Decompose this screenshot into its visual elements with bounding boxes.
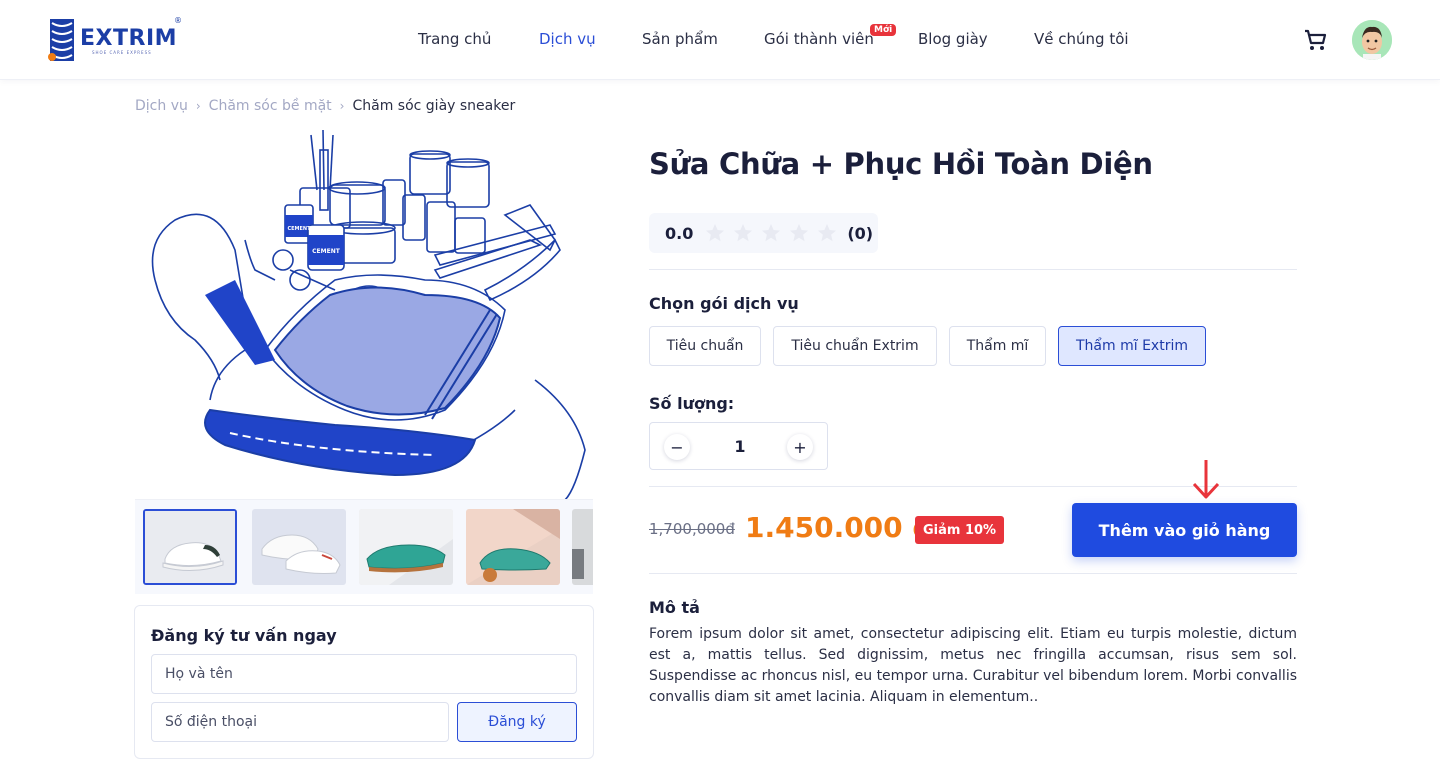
chevron-right-icon: ›: [339, 99, 345, 113]
consultation-form: Đăng ký tư vấn ngay Đăng ký: [134, 605, 594, 759]
thumbnail-white-sneaker[interactable]: [143, 509, 237, 585]
teal-woven-shoe-icon: [359, 509, 453, 585]
breadcrumb-link-surface-care[interactable]: Chăm sóc bề mặt: [209, 98, 332, 114]
shoe-repair-illustration: CEMENT CEMENT: [151, 130, 586, 500]
minus-icon[interactable]: −: [664, 434, 690, 460]
brand-logo[interactable]: EXTRIM ® SHOE CARE EXPRESS: [46, 16, 186, 64]
star-empty-icon: [706, 224, 725, 242]
logo-tagline: SHOE CARE EXPRESS: [92, 50, 152, 55]
thumbnail-white-sneakers-pair[interactable]: [252, 509, 346, 585]
phone-input[interactable]: [151, 702, 449, 742]
full-name-input[interactable]: [151, 654, 577, 694]
quantity-stepper: − 1 +: [649, 422, 828, 470]
description-text: Forem ipsum dolor sit amet, consectetur …: [649, 626, 1297, 705]
thumbnail-shoe[interactable]: [572, 509, 593, 585]
registered-mark-icon: ®: [174, 16, 182, 25]
svg-text:CEMENT: CEMENT: [287, 226, 311, 232]
package-label: Chọn gói dịch vụ: [649, 294, 799, 313]
breadcrumb-current: Chăm sóc giày sneaker: [352, 98, 516, 114]
original-price: 1,700,000đ: [649, 520, 735, 538]
white-sneakers-pair-icon: [252, 509, 346, 585]
new-badge: Mới: [870, 24, 897, 36]
user-avatar[interactable]: [1352, 20, 1392, 60]
breadcrumb-link-services[interactable]: Dịch vụ: [135, 98, 188, 114]
discount-badge: Giảm 10%: [915, 516, 1005, 544]
star-empty-icon: [790, 224, 809, 242]
breadcrumb: Dịch vụ › Chăm sóc bề mặt › Chăm sóc già…: [135, 98, 515, 114]
quantity-label: Số lượng:: [649, 394, 735, 413]
thumbnail-strip: [135, 499, 593, 594]
rating-box: 0.0 (0): [649, 213, 878, 253]
divider: [649, 573, 1297, 574]
nav-item-services[interactable]: Dịch vụ: [539, 30, 596, 48]
plus-icon[interactable]: +: [787, 434, 813, 460]
product-main-image: CEMENT CEMENT: [135, 130, 593, 500]
cart-icon[interactable]: [1302, 28, 1328, 52]
svg-text:CEMENT: CEMENT: [312, 248, 341, 255]
thumbnail-teal-heeled-shoe[interactable]: [466, 509, 560, 585]
package-standard[interactable]: Tiêu chuẩn: [649, 326, 761, 366]
teal-heeled-shoe-icon: [466, 509, 560, 585]
nav-item-about[interactable]: Về chúng tôi: [1034, 30, 1129, 48]
sale-price: 1.450.000 đ: [745, 511, 933, 544]
quantity-value[interactable]: 1: [720, 437, 760, 456]
site-header: EXTRIM ® SHOE CARE EXPRESS Trang chủ Dịc…: [0, 0, 1440, 80]
package-standard-extrim[interactable]: Tiêu chuẩn Extrim: [773, 326, 937, 366]
logo-text: EXTRIM: [80, 25, 178, 51]
product-title: Sửa Chữa + Phục Hồi Toàn Diện: [649, 147, 1153, 181]
divider: [649, 269, 1297, 270]
nav-item-blog[interactable]: Blog giày: [918, 30, 988, 48]
nav-item-membership[interactable]: Gói thành viên: [764, 30, 874, 48]
star-empty-icon: [762, 224, 781, 242]
white-sneaker-icon: [145, 511, 235, 583]
package-aesthetic[interactable]: Thẩm mĩ: [949, 326, 1046, 366]
rating-count: (0): [847, 223, 874, 243]
package-aesthetic-extrim[interactable]: Thẩm mĩ Extrim: [1058, 326, 1206, 366]
star-empty-icon: [818, 224, 837, 242]
rating-score: 0.0: [665, 223, 694, 243]
nav-item-home[interactable]: Trang chủ: [418, 30, 491, 48]
thumbnail-teal-woven-shoe[interactable]: [359, 509, 453, 585]
logo-mark-icon: [48, 19, 74, 61]
chevron-right-icon: ›: [195, 99, 201, 113]
star-empty-icon: [734, 224, 753, 242]
avatar-face-icon: [1352, 20, 1392, 60]
shoe-icon: [572, 509, 593, 585]
add-to-cart-button[interactable]: Thêm vào giỏ hàng: [1072, 503, 1297, 557]
nav-item-products[interactable]: Sản phẩm: [642, 30, 718, 48]
description-title: Mô tả: [649, 598, 700, 617]
arrow-down-icon: [1192, 460, 1220, 499]
register-button[interactable]: Đăng ký: [457, 702, 577, 742]
consultation-title: Đăng ký tư vấn ngay: [151, 626, 337, 645]
